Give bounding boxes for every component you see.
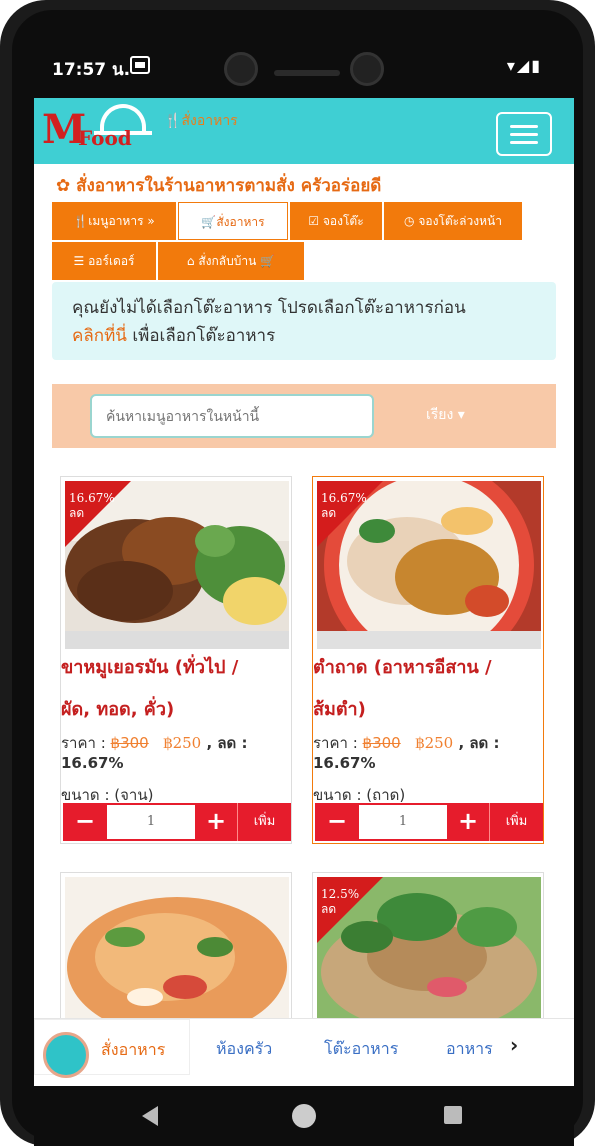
bottom-nav: สั่งอาหาร ห้องครัว โต๊ะอาหาร อาหาร › (34, 1018, 574, 1086)
product-card[interactable]: 16.67% ลด ขาหมูเยอรมัน (ทั่วไป / ผัด, ทอด,… (60, 476, 292, 844)
back-icon[interactable] (142, 1106, 158, 1126)
speaker-grille (274, 70, 340, 76)
decrement-button[interactable]: − (315, 803, 359, 841)
home-icon: ⌂ (186, 254, 199, 268)
front-camera-icon (224, 52, 258, 86)
quantity-stepper: − 1 + เพิ่ม (315, 803, 543, 841)
cart-icon: 🛒 (256, 254, 276, 268)
old-price: ฿300 (362, 734, 401, 752)
status-time: 17:57 น. (52, 60, 131, 80)
product-price: ราคา : ฿300 ฿250 , ลด :16.67% (61, 734, 248, 772)
bottom-nav-kitchen[interactable]: ห้องครัว (216, 1037, 272, 1062)
add-button[interactable]: เพิ่ม (489, 803, 543, 841)
page-title: ✿ สั่งอาหารในร้านอาหารตามสั่ง ครัวอร่อยด… (56, 176, 382, 196)
tab-orders[interactable]: ☰ ออร์เดอร์ (52, 242, 156, 280)
new-price: ฿250 (163, 734, 202, 752)
front-camera-icon (350, 52, 384, 86)
fork-knife-icon: 🍴 (73, 214, 89, 228)
sort-dropdown[interactable]: เรียง ▾ (426, 404, 465, 426)
logo-text[interactable]: Food (78, 126, 132, 150)
list-icon: ☰ (73, 254, 89, 268)
discount-value: 16.67% (313, 754, 376, 772)
gallery-icon (130, 56, 150, 74)
nav-brand-label[interactable]: 🍴สั่งอาหาร (164, 110, 238, 132)
status-bar: 17:57 น. ▾◢▮ (34, 40, 564, 98)
product-image[interactable]: 16.67% ลด (317, 481, 541, 649)
discount-label: 16.67% ลด (69, 491, 115, 520)
check-square-icon: ☑ (308, 214, 323, 228)
quantity-stepper: − 1 + เพิ่ม (63, 803, 291, 841)
select-table-link[interactable]: คลิกที่นี่ (72, 326, 127, 346)
quantity-input[interactable]: 1 (107, 805, 195, 839)
decrement-button[interactable]: − (63, 803, 107, 841)
hamburger-menu-button[interactable] (496, 112, 552, 156)
tab-order[interactable]: 🛒สั่งอาหาร (178, 202, 288, 240)
search-bar: เรียง ▾ (52, 384, 556, 448)
discount-label: 16.67% ลด (321, 491, 367, 520)
product-name[interactable]: ขาหมูเยอรมัน (ทั่วไป / ผัด, ทอด, คั่ว) (61, 647, 293, 731)
product-image[interactable]: 16.67% ลด (65, 481, 289, 649)
new-price: ฿250 (415, 734, 454, 752)
gear-icon: ✿ (56, 176, 77, 196)
spicy-salad-image (65, 877, 289, 1023)
signal-battery-icon: ▾◢▮ (506, 56, 542, 75)
product-card[interactable]: 16.67% ลด ตำถาด (อาหารอีสาน / ส้มตำ) ราคา … (312, 476, 544, 844)
alert-text: คุณยังไม่ได้เลือกโต๊ะอาหาร โปรดเลือกโต๊ะ… (72, 298, 466, 318)
product-name[interactable]: ตำถาด (อาหารอีสาน / ส้มตำ) (313, 647, 545, 731)
cart-icon: 🛒 (201, 215, 217, 229)
bottom-nav-food[interactable]: อาหาร (446, 1037, 493, 1062)
product-image[interactable]: 12.5% ลด (317, 877, 541, 1023)
tab-takeaway[interactable]: ⌂ สั่งกลับบ้าน 🛒 (158, 242, 304, 280)
recents-icon[interactable] (444, 1106, 462, 1124)
home-icon[interactable] (292, 1104, 316, 1128)
app-screen: M Food 🍴สั่งอาหาร ✿ สั่งอาหารในร้านอาหาร… (34, 98, 574, 1086)
tab-reserve-advance[interactable]: ◷ จองโต๊ะล่วงหน้า (384, 202, 522, 240)
product-card[interactable]: 12.5% ลด (312, 872, 544, 1023)
quantity-input[interactable]: 1 (359, 805, 447, 839)
search-input[interactable] (90, 394, 374, 438)
bottom-nav-order[interactable]: สั่งอาหาร (34, 1019, 190, 1078)
product-card[interactable] (60, 872, 292, 1023)
tab-reserve[interactable]: ☑ จองโต๊ะ (290, 202, 382, 240)
increment-button[interactable]: + (195, 803, 237, 841)
product-price: ราคา : ฿300 ฿250 , ลด :16.67% (313, 734, 500, 772)
discount-label: 12.5% ลด (321, 887, 360, 916)
alert-text-tail: เพื่อเลือกโต๊ะอาหาร (126, 326, 276, 346)
clock-icon: ◷ (404, 214, 419, 228)
add-button[interactable]: เพิ่ม (237, 803, 291, 841)
navbar: M Food 🍴สั่งอาหาร (34, 98, 574, 164)
old-price: ฿300 (110, 734, 149, 752)
chevron-right-icon[interactable]: › (510, 1033, 518, 1057)
alert-box: คุณยังไม่ได้เลือกโต๊ะอาหาร โปรดเลือกโต๊ะ… (52, 282, 556, 360)
bottom-nav-tables[interactable]: โต๊ะอาหาร (324, 1037, 398, 1062)
discount-value: 16.67% (61, 754, 124, 772)
fork-knife-icon: 🍴 (164, 113, 182, 129)
increment-button[interactable]: + (447, 803, 489, 841)
product-image[interactable] (65, 877, 289, 1023)
basket-icon[interactable] (43, 1032, 89, 1078)
tab-menu[interactable]: 🍴เมนูอาหาร » (52, 202, 176, 240)
system-nav-bar (34, 1086, 574, 1146)
